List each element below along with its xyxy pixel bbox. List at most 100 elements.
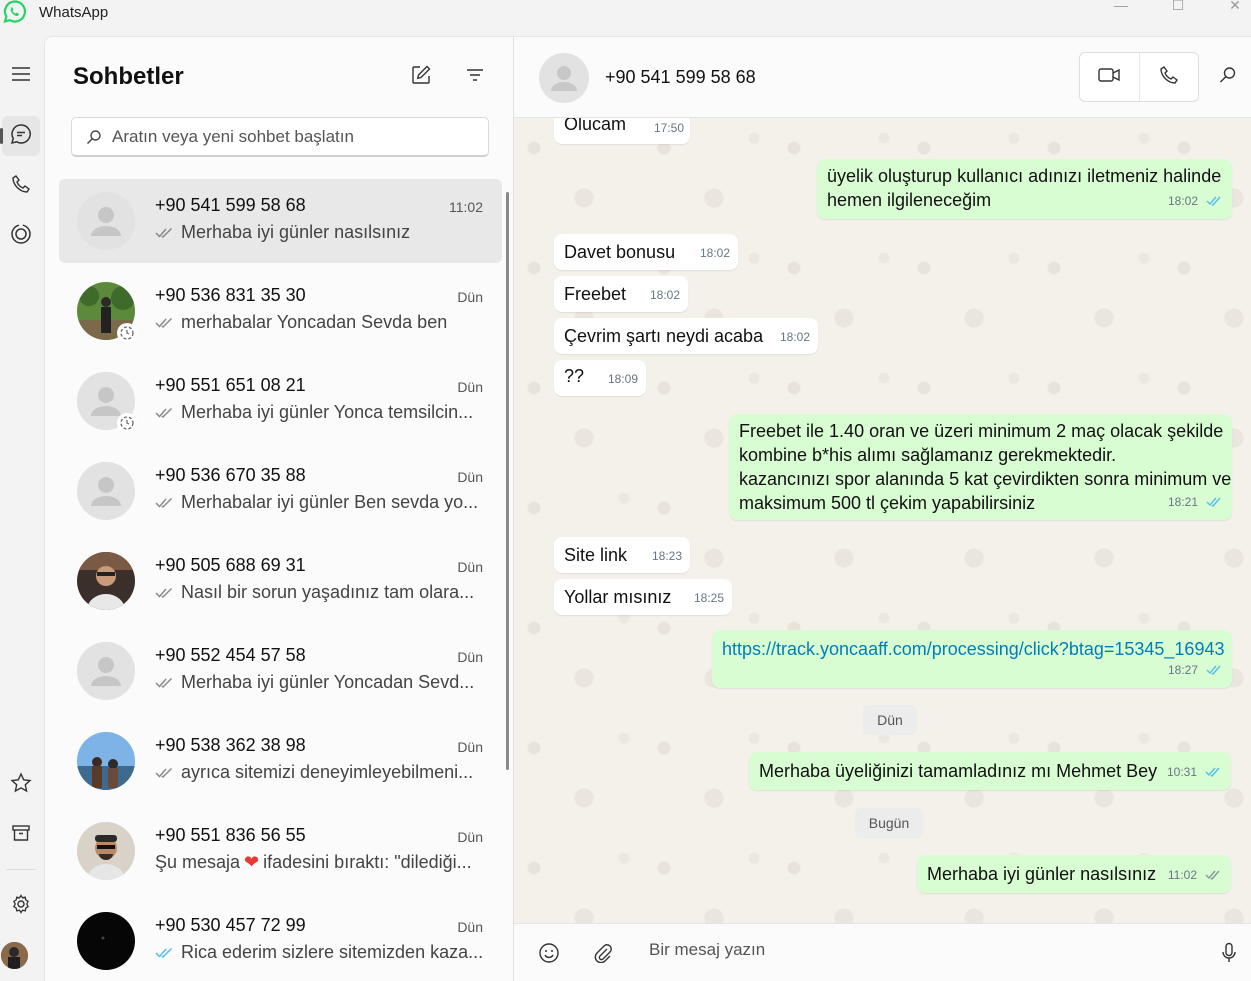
- menu-icon: [11, 66, 31, 87]
- chat-preview: Merhaba iyi günler Yonca temsilcin...: [155, 402, 485, 423]
- chat-avatar: [77, 732, 135, 790]
- message-text: Site link: [564, 545, 628, 565]
- minimize-button[interactable]: —: [1111, 0, 1131, 14]
- contact-avatar[interactable]: [539, 53, 589, 103]
- chat-preview-text: Şu mesaja ❤ ifadesini bıraktı: "dilediği..…: [155, 852, 472, 873]
- date-separator: Dün: [863, 705, 917, 735]
- new-chat-button[interactable]: [409, 65, 433, 89]
- read-receipt-icon: [1206, 196, 1222, 206]
- archive-icon: [11, 823, 31, 848]
- message-text: üyelik oluşturup kullanıcı adınızı iletm…: [827, 164, 1221, 212]
- heart-emoji-icon: ❤: [244, 852, 260, 872]
- chat-list-item[interactable]: +90 530 457 72 99 Dün Rica ederim sizlere …: [59, 899, 502, 981]
- message-line: maksimum 500 tl çekim yapabilirsiniz: [739, 493, 1036, 513]
- read-receipt-icon: [155, 227, 175, 239]
- conversation-search-button[interactable]: [1216, 65, 1240, 89]
- chat-name: +90 538 362 38 98: [155, 735, 306, 755]
- message-link[interactable]: https://track.yoncaaff.com/processing/cl…: [722, 637, 1224, 661]
- filter-button[interactable]: [463, 65, 487, 89]
- message-outgoing[interactable]: Merhaba üyeliğinizi tamamladınız mı Mehm…: [749, 752, 1231, 790]
- chat-preview-text: Rica ederim sizlere sitemizden kaza...: [181, 942, 484, 962]
- message-time: 18:09: [607, 372, 638, 386]
- chats-nav-button[interactable]: [0, 116, 40, 156]
- emoji-button[interactable]: [536, 940, 562, 966]
- chat-list-item[interactable]: +90 505 688 69 31 Dün Nasıl bir sorun yaşa…: [59, 539, 502, 623]
- search-input[interactable]: [112, 126, 472, 147]
- message-incoming[interactable]: Davet bonusu 18:02: [554, 234, 738, 270]
- message-outgoing[interactable]: üyelik oluşturup kullanıcı adınızı iletm…: [817, 159, 1232, 219]
- message-time: 18:25: [693, 591, 724, 605]
- chat-avatar: [77, 192, 135, 250]
- settings-nav-button[interactable]: [2, 886, 40, 926]
- chat-preview-text: Nasıl bir sorun yaşadınız tam olara...: [181, 582, 475, 602]
- chat-list-item[interactable]: +90 538 362 38 98 Dün ayrıca sitemizi dene…: [59, 719, 502, 803]
- compose-icon: [410, 64, 432, 91]
- message-incoming[interactable]: Yollar mısınız 18:25: [554, 579, 732, 615]
- attach-button[interactable]: [590, 940, 616, 966]
- message-incoming[interactable]: Site link 18:23: [554, 537, 690, 573]
- message-line: kazancınızı spor alanında 5 kat çevirdik…: [739, 469, 1232, 489]
- chat-name: +90 551 651 08 21: [155, 375, 306, 395]
- message-incoming[interactable]: Çevrim şartı neydi acaba 18:02: [554, 318, 818, 354]
- status-update-icon: [117, 413, 137, 433]
- calls-icon: [11, 174, 31, 199]
- status-icon: [10, 223, 32, 250]
- whatsapp-logo-icon: [2, 0, 28, 24]
- maximize-button[interactable]: ☐: [1168, 0, 1188, 14]
- message-incoming[interactable]: ?? 18:09: [554, 360, 646, 396]
- chat-list-item[interactable]: +90 536 670 35 88 Dün Merhabalar iyi günle…: [59, 449, 502, 533]
- call-button-group: [1079, 52, 1199, 102]
- profile-avatar[interactable]: [1, 942, 28, 969]
- starred-nav-button[interactable]: [2, 765, 40, 805]
- read-receipt-icon: [155, 317, 175, 329]
- paperclip-icon: [594, 944, 612, 963]
- nav-rail: [0, 36, 44, 981]
- chat-preview: Nasıl bir sorun yaşadınız tam olara...: [155, 582, 485, 603]
- conversation-panel: +90 541 599 58 68 Olucam 17:50 üyelik ol…: [514, 36, 1251, 981]
- chat-preview-text: Merhaba iyi günler Yoncadan Sevd...: [181, 672, 475, 692]
- message-outgoing[interactable]: Merhaba iyi günler nasılsınız 11:02: [917, 855, 1231, 893]
- chat-avatar: [77, 642, 135, 700]
- message-input[interactable]: [649, 940, 1189, 960]
- chat-list-title: Sohbetler: [73, 63, 184, 90]
- contact-name[interactable]: +90 541 599 58 68: [605, 67, 756, 88]
- calls-nav-button[interactable]: [2, 166, 40, 206]
- voice-message-button[interactable]: [1216, 940, 1242, 966]
- emoji-icon: [539, 943, 559, 963]
- chat-list-item[interactable]: +90 551 651 08 21 Dün Merhaba iyi günler Y…: [59, 359, 502, 443]
- message-incoming[interactable]: Freebet 18:02: [554, 276, 688, 312]
- chat-preview-text: ayrıca sitemizi deneyimleyebilmeni...: [181, 762, 474, 782]
- chat-name: +90 541 599 58 68: [155, 195, 306, 215]
- video-call-button[interactable]: [1080, 53, 1139, 101]
- message-time: 18:02: [649, 288, 680, 302]
- message-composer: [514, 923, 1251, 981]
- search-box[interactable]: [71, 117, 489, 157]
- chats-icon: [10, 123, 32, 150]
- chat-time: Dün: [457, 469, 483, 485]
- rail-divider: [6, 869, 36, 870]
- chat-time: Dün: [457, 739, 483, 755]
- chat-list-item[interactable]: +90 536 831 35 30 Dün merhabalar Yoncadan …: [59, 269, 502, 353]
- chat-list-item[interactable]: +90 541 599 58 68 11:02 Merhaba iyi günler…: [59, 179, 502, 263]
- message-time-text: 18:27: [1167, 663, 1198, 677]
- voice-call-button[interactable]: [1138, 53, 1198, 101]
- message-outgoing[interactable]: https://track.yoncaaff.com/processing/cl…: [712, 630, 1232, 688]
- chat-list: +90 541 599 58 68 11:02 Merhaba iyi günler…: [59, 179, 503, 981]
- preview-suffix: ifadesini bıraktı: "dilediği...: [263, 852, 472, 872]
- chat-list-item[interactable]: +90 552 454 57 58 Dün Merhaba iyi günler Y…: [59, 629, 502, 713]
- chat-list-scrollbar[interactable]: [506, 192, 509, 770]
- chat-avatar: [77, 462, 135, 520]
- chat-time: Dün: [457, 289, 483, 305]
- chat-list-item[interactable]: +90 551 836 56 55 Dün Şu mesaja ❤ ifadesini …: [59, 809, 502, 893]
- status-nav-button[interactable]: [2, 216, 40, 256]
- close-button[interactable]: ✕: [1225, 0, 1245, 14]
- chat-name: +90 505 688 69 31: [155, 555, 306, 575]
- message-incoming[interactable]: Olucam 17:50: [554, 118, 690, 144]
- archive-nav-button[interactable]: [2, 815, 40, 855]
- search-icon: [1219, 66, 1237, 89]
- menu-button[interactable]: [2, 56, 40, 96]
- message-outgoing[interactable]: Freebet ile 1.40 oran ve üzeri minimum 2…: [729, 414, 1232, 520]
- message-area[interactable]: Olucam 17:50 üyelik oluşturup kullanıcı …: [514, 118, 1251, 923]
- chat-time: 11:02: [449, 199, 483, 215]
- message-line: hemen ilgileneceğim: [827, 190, 992, 210]
